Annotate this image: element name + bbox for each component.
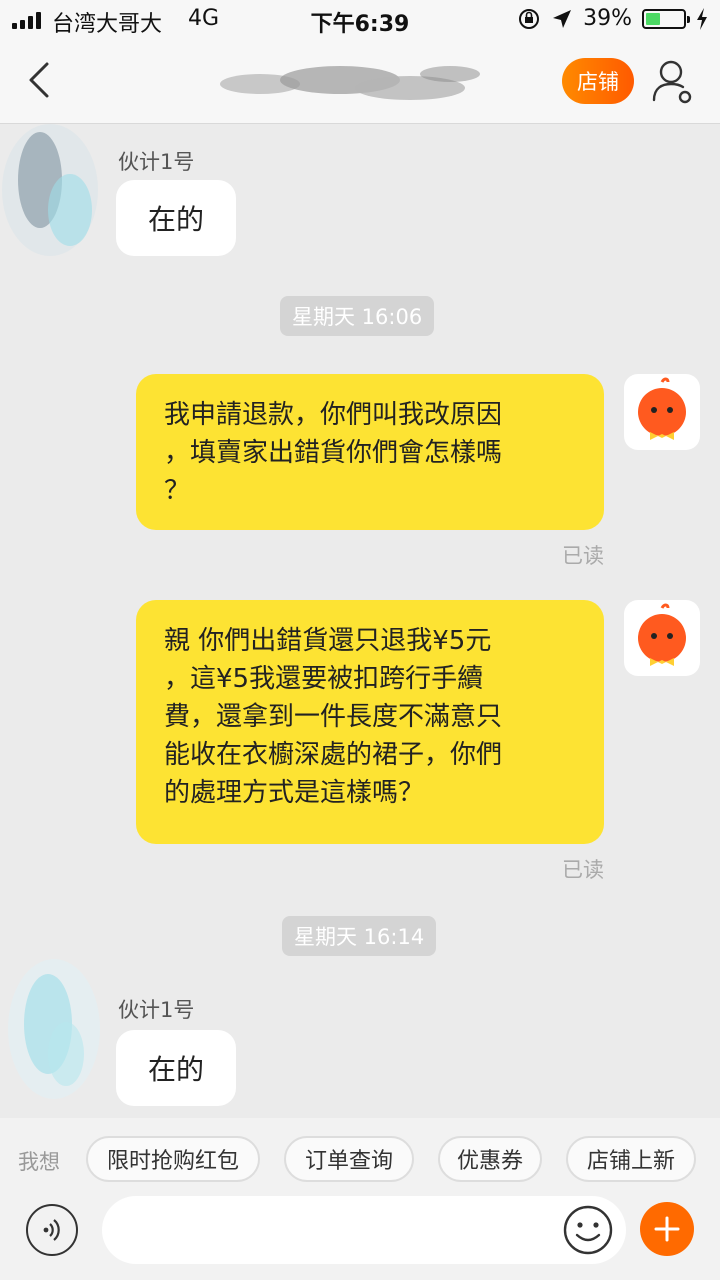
message-line: 能收在衣櫥深處的裙子，你們 xyxy=(164,740,503,770)
timestamp-pill: 星期天 16:14 xyxy=(282,916,437,956)
message-line: 我申請退款，你們叫我改原因 xyxy=(164,400,503,430)
message-line: ，這¥5我還要被扣跨行手續 xyxy=(164,664,484,694)
incoming-message-bubble[interactable]: 在的 xyxy=(116,1030,236,1106)
message-input[interactable] xyxy=(102,1196,626,1264)
sender-name: 伙计1号 xyxy=(118,998,195,1022)
message-line: ，填賣家出錯貨你們會怎樣嗎 xyxy=(164,438,503,468)
user-settings-icon[interactable] xyxy=(650,56,696,106)
shop-avatar-redacted xyxy=(8,959,100,1099)
status-right: 39% xyxy=(517,6,708,31)
shop-avatar-redacted xyxy=(2,124,98,256)
quick-reply-label: 我想 xyxy=(18,1150,60,1174)
status-bar: 台湾大哥大 4G 下午6:39 39% xyxy=(0,0,720,40)
voice-button[interactable] xyxy=(26,1204,78,1256)
message-line: 親 你們出錯貨還只退我¥5元 xyxy=(164,626,492,656)
emoji-icon[interactable] xyxy=(562,1204,614,1256)
battery-fill xyxy=(646,12,661,25)
plus-button[interactable] xyxy=(640,1202,694,1256)
message-line: 費，還拿到一件長度不滿意只 xyxy=(164,702,503,732)
my-avatar[interactable] xyxy=(624,600,700,676)
outgoing-message-bubble[interactable]: 親 你們出錯貨還只退我¥5元 ，這¥5我還要被扣跨行手續 費，還拿到一件長度不滿… xyxy=(136,600,604,844)
battery-icon xyxy=(642,8,690,29)
timestamp-pill: 星期天 16:06 xyxy=(280,296,435,336)
back-arrow-icon[interactable] xyxy=(20,58,64,102)
nav-bar: 店铺 xyxy=(0,40,720,124)
orientation-lock-icon xyxy=(519,8,540,29)
chip-order-query[interactable]: 订单查询 xyxy=(284,1136,414,1182)
outgoing-message-bubble[interactable]: 我申請退款，你們叫我改原因 ，填賣家出錯貨你們會怎樣嗎 ？ xyxy=(136,374,604,530)
plus-icon xyxy=(654,1216,680,1242)
read-status: 已读 xyxy=(562,544,604,568)
charging-icon xyxy=(697,7,707,30)
message-line: ？ xyxy=(164,476,191,506)
quick-reply-bar: 我想 限时抢购红包 订单查询 优惠券 店铺上新 xyxy=(0,1118,720,1202)
chip-shop-new-arrivals[interactable]: 店铺上新 xyxy=(566,1136,696,1182)
input-bar xyxy=(0,1196,720,1280)
my-avatar[interactable] xyxy=(624,374,700,450)
chip-coupons[interactable]: 优惠券 xyxy=(438,1136,542,1182)
chat-area[interactable]: 伙计1号 在的 星期天 16:06 我申請退款，你們叫我改原因 ，填賣家出錯貨你… xyxy=(0,124,720,1118)
battery-percent: 39% xyxy=(583,6,632,31)
location-arrow-icon xyxy=(553,9,572,28)
mascot-avatar-icon xyxy=(638,377,686,440)
read-status: 已读 xyxy=(562,858,604,882)
chat-title-redacted xyxy=(220,66,480,100)
chip-flash-sale-redpacket[interactable]: 限时抢购红包 xyxy=(86,1136,260,1182)
incoming-message-bubble[interactable]: 在的 xyxy=(116,180,236,256)
shop-button[interactable]: 店铺 xyxy=(562,58,634,104)
voice-icon xyxy=(43,1219,60,1241)
message-line: 的處理方式是這樣嗎？ xyxy=(164,778,425,808)
mascot-avatar-icon xyxy=(638,603,686,666)
sender-name: 伙计1号 xyxy=(118,150,195,174)
